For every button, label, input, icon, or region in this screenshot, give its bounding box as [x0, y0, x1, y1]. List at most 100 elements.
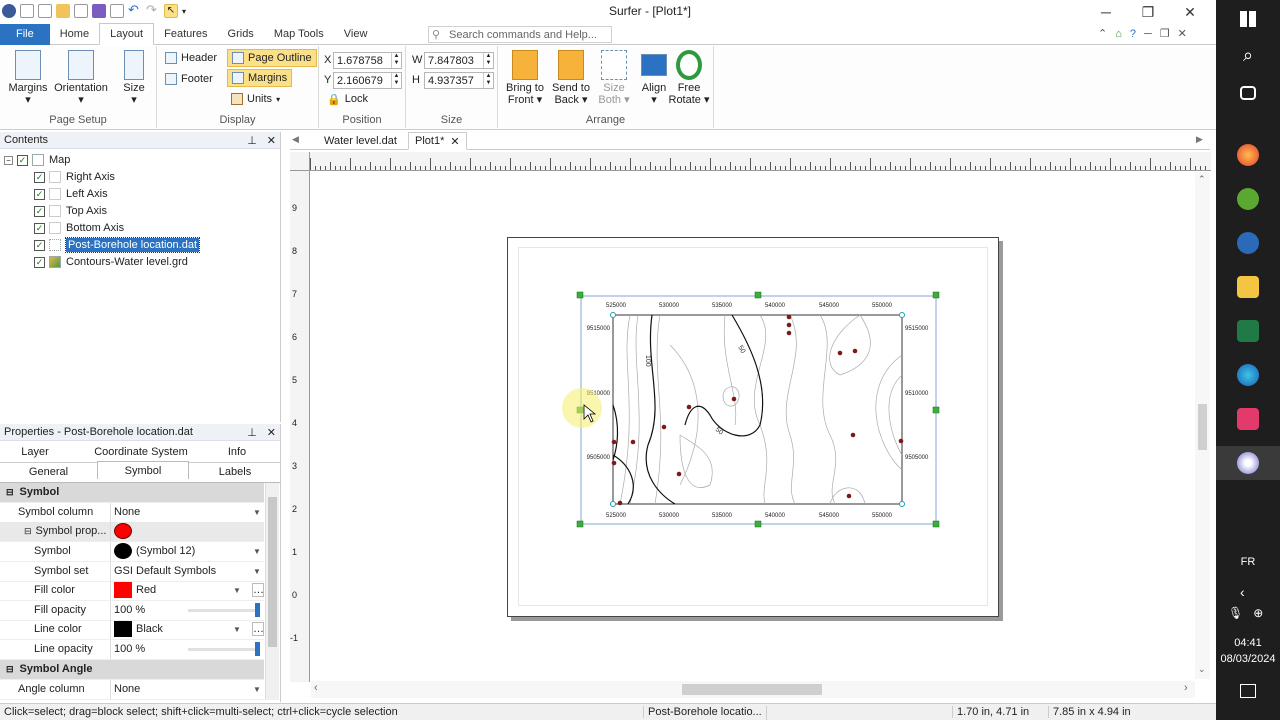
frame-handle[interactable]	[899, 501, 905, 507]
resize-handle[interactable]	[754, 520, 762, 528]
contents-close-icon[interactable]: ✕	[267, 134, 276, 147]
task-view-button[interactable]	[1216, 76, 1280, 110]
prop-symbol-column[interactable]: Symbol column None ▼	[0, 503, 264, 523]
checkbox[interactable]: ✓	[34, 171, 45, 183]
tab-plot1[interactable]: Plot1* ✕	[408, 132, 467, 150]
select-tool-icon[interactable]: ↖	[164, 4, 178, 18]
tree-item-post-layer[interactable]: ✓ Post-Borehole location.dat	[34, 237, 201, 253]
units-button[interactable]: Units ▾	[227, 90, 284, 108]
tab-file[interactable]: File	[0, 23, 50, 45]
x-position-field[interactable]: 1.678758 ▲ ▼	[333, 52, 402, 69]
margins-toggle[interactable]: Margins	[227, 69, 293, 87]
tab-layer[interactable]: Layer	[0, 443, 70, 461]
tree-item-map[interactable]: − ✓ Map	[4, 152, 70, 168]
line-opacity-slider[interactable]	[188, 641, 260, 656]
chevron-down-icon[interactable]: ▼	[230, 625, 244, 634]
prop-angle-column[interactable]: Angle column None ▼	[0, 680, 264, 700]
horizontal-scrollbar[interactable]: ‹ ›	[311, 681, 1195, 698]
pin-icon[interactable]: ⊥	[247, 426, 257, 439]
footer-button[interactable]: Footer	[161, 70, 217, 88]
checkbox[interactable]: ✓	[17, 154, 28, 166]
more-button[interactable]: …	[252, 622, 264, 637]
prop-line-color[interactable]: Line color Black ▼…	[0, 620, 264, 640]
close-tab-icon[interactable]: ✕	[450, 135, 459, 148]
open-icon[interactable]	[56, 4, 70, 18]
tab-layout[interactable]: Layout	[99, 23, 155, 45]
tab-symbol[interactable]: Symbol	[97, 461, 189, 479]
collapse-icon[interactable]: −	[4, 155, 13, 165]
surfer-button[interactable]	[1216, 446, 1280, 480]
chevron-down-icon[interactable]: ▼	[250, 547, 264, 556]
checkbox[interactable]: ✓	[34, 188, 45, 200]
section-symbol[interactable]: ⊟ Symbol	[0, 483, 264, 503]
contour-map[interactable]: 100 50 50 525000 530000 535000 540000 54…	[560, 285, 960, 535]
prop-fill-opacity[interactable]: Fill opacity 100 %	[0, 601, 264, 621]
size-both-button[interactable]: Size Both ▾	[594, 48, 634, 106]
close-icon[interactable]: ✕	[1170, 0, 1210, 24]
checkbox[interactable]: ✓	[34, 256, 45, 268]
lock-button[interactable]: 🔒 Lock	[323, 90, 372, 108]
recorder-button[interactable]	[1216, 402, 1280, 436]
resize-handle[interactable]	[932, 291, 940, 299]
frame-handle[interactable]	[610, 501, 616, 507]
scroll-thumb[interactable]	[1198, 404, 1207, 450]
tab-scroll-right-icon[interactable]: ▶	[1196, 134, 1203, 145]
margins-button[interactable]: Margins ▾	[6, 48, 50, 106]
header-button[interactable]: Header	[161, 49, 221, 67]
chevron-down-icon[interactable]: ▼	[250, 567, 264, 576]
tree-item-left-axis[interactable]: ✓ Left Axis	[34, 186, 108, 202]
minimize-icon[interactable]: ─	[1086, 0, 1126, 24]
mdi-close-icon[interactable]: ✕	[1178, 27, 1187, 40]
undo-icon[interactable]: ↶	[128, 3, 142, 18]
section-symbol-properties[interactable]: ⊟ Symbol prop...	[0, 522, 264, 542]
vertical-scrollbar[interactable]: ⌃ ⌄	[1195, 172, 1210, 679]
surfer-search-button[interactable]	[1216, 226, 1280, 260]
language-indicator[interactable]: FR	[1216, 556, 1280, 568]
tab-grids[interactable]: Grids	[218, 24, 264, 45]
page-outline-button[interactable]: Page Outline	[227, 49, 317, 67]
mdi-restore-icon[interactable]: ❐	[1160, 27, 1170, 40]
tree-item-top-axis[interactable]: ✓ Top Axis	[34, 203, 107, 219]
frame-handle[interactable]	[899, 312, 905, 318]
checkbox[interactable]: ✓	[34, 205, 45, 217]
section-symbol-angle[interactable]: ⊟ Symbol Angle	[0, 660, 264, 680]
free-rotate-button[interactable]: Free Rotate ▾	[666, 48, 712, 106]
chevron-down-icon[interactable]: ▼	[250, 508, 264, 517]
orientation-button[interactable]: Orientation ▾	[54, 48, 108, 106]
save-icon[interactable]	[92, 4, 106, 18]
bring-to-front-button[interactable]: Bring to Front ▾	[502, 48, 548, 106]
pin-icon[interactable]: ⊥	[247, 134, 257, 147]
excel-button[interactable]	[1216, 314, 1280, 348]
scroll-up-icon[interactable]: ⌃	[1198, 174, 1206, 185]
print-icon[interactable]	[110, 4, 124, 18]
width-field[interactable]: 7.847803 ▲ ▼	[424, 52, 494, 69]
qgis-button[interactable]	[1216, 182, 1280, 216]
tree-item-bottom-axis[interactable]: ✓ Bottom Axis	[34, 220, 124, 236]
redo-icon[interactable]: ↷	[146, 3, 160, 18]
send-to-back-button[interactable]: Send to Back ▾	[548, 48, 594, 106]
microphone-icon[interactable]: 🎙	[1228, 606, 1243, 620]
properties-close-icon[interactable]: ✕	[267, 426, 276, 439]
tree-item-right-axis[interactable]: ✓ Right Axis	[34, 169, 115, 185]
scroll-thumb[interactable]	[682, 684, 822, 695]
new-icon[interactable]	[20, 4, 34, 18]
clock-date[interactable]: 08/03/2024	[1216, 653, 1280, 665]
frame-handle[interactable]	[610, 312, 616, 318]
fill-opacity-slider[interactable]	[188, 602, 260, 617]
resize-handle[interactable]	[754, 291, 762, 299]
resize-handle[interactable]	[576, 520, 584, 528]
import-icon[interactable]	[74, 4, 88, 18]
scroll-left-icon[interactable]: ‹	[314, 682, 318, 694]
height-field[interactable]: 4.937357 ▲ ▼	[424, 72, 494, 89]
tab-view[interactable]: View	[334, 24, 378, 45]
size-button[interactable]: Size ▾	[112, 48, 156, 106]
collapse-ribbon-icon[interactable]: ⌃	[1098, 27, 1107, 40]
tab-features[interactable]: Features	[154, 24, 217, 45]
clock-time[interactable]: 04:41	[1216, 637, 1280, 649]
start-button[interactable]	[1216, 2, 1280, 36]
edge-button[interactable]	[1216, 358, 1280, 392]
tab-info[interactable]: Info	[212, 443, 262, 461]
tree-item-contours-layer[interactable]: ✓ Contours-Water level.grd	[34, 254, 188, 270]
tab-home[interactable]: Home	[50, 24, 99, 45]
qat-dropdown-icon[interactable]: ▾	[182, 7, 186, 16]
